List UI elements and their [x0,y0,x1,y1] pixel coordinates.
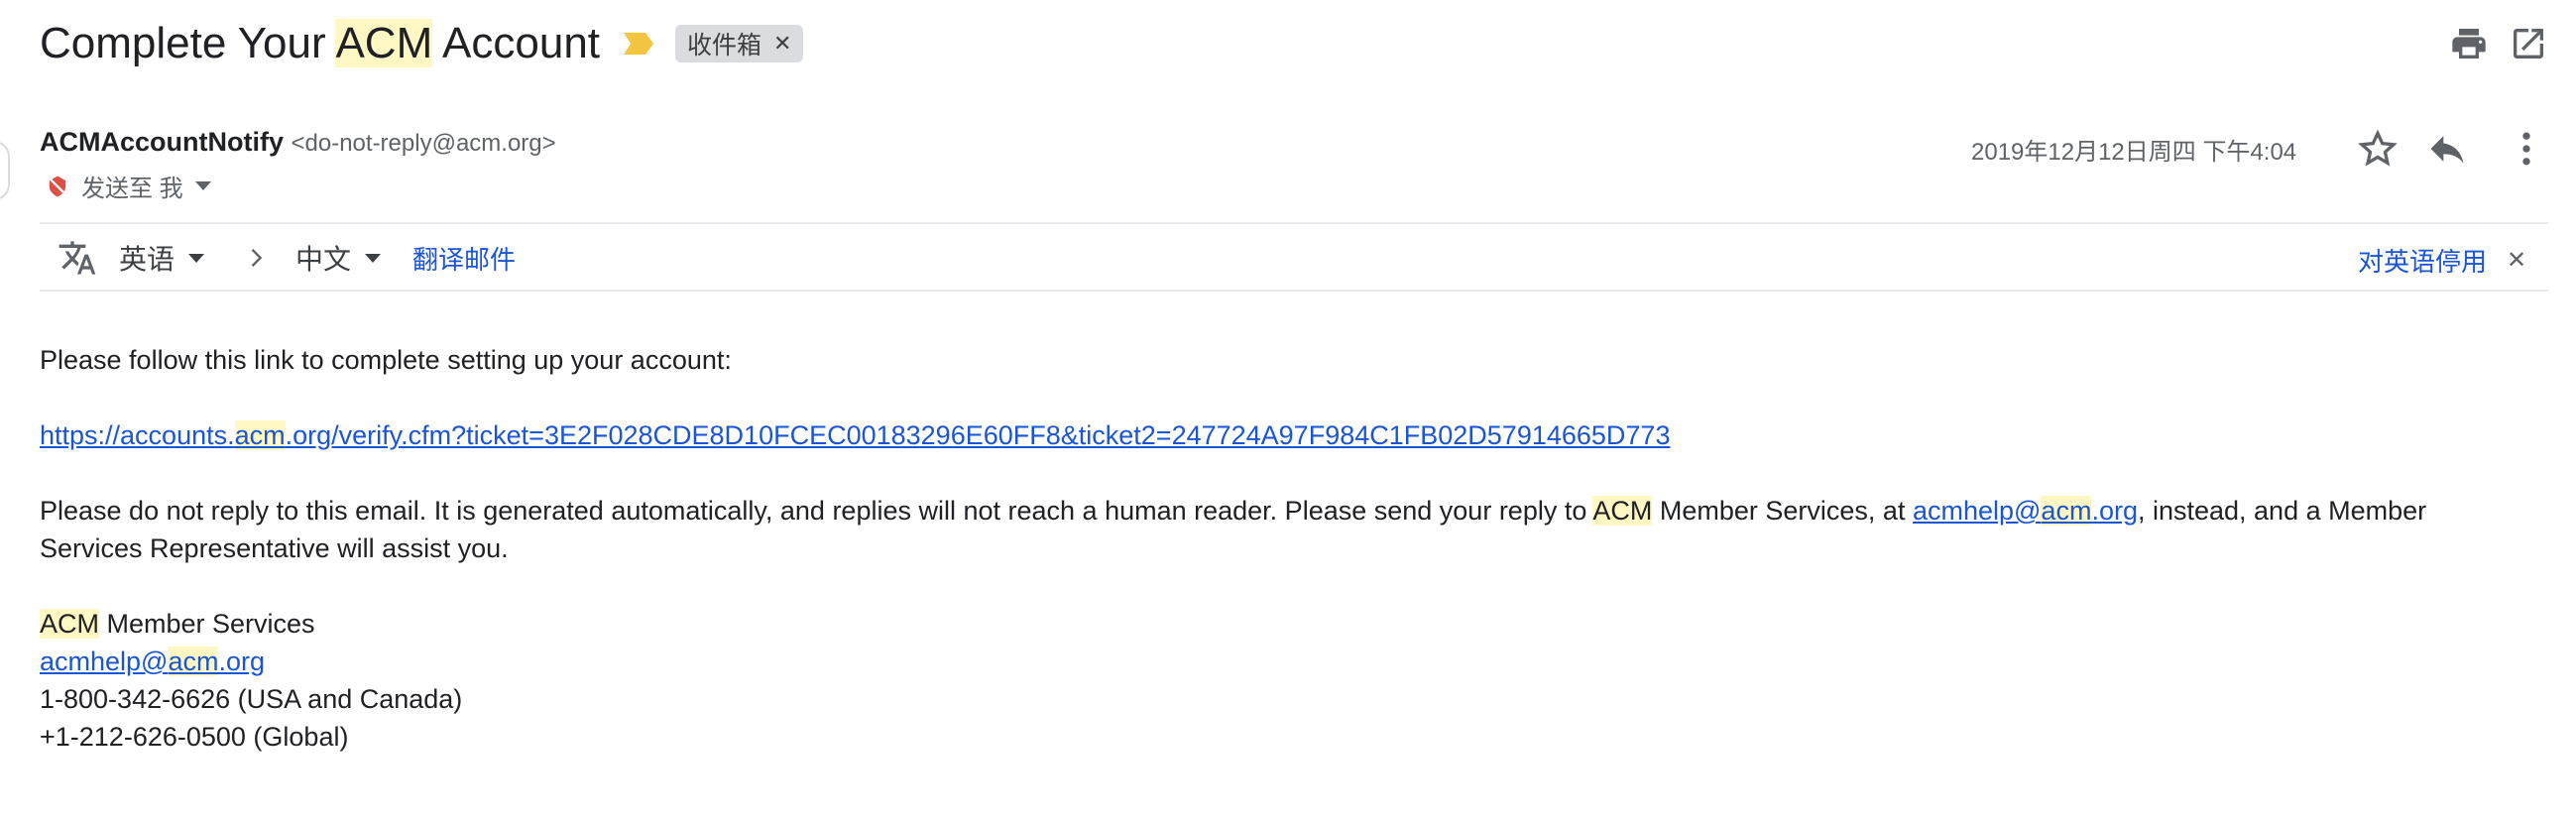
subject-highlight: ACM [335,19,433,67]
star-icon[interactable] [2356,127,2400,171]
chevron-down-icon [188,253,205,263]
inbox-label-text: 收件箱 [687,32,762,59]
chevron-right-icon [251,249,263,267]
recipient-text: 发送至 我 [81,176,183,202]
subject-row: Complete Your ACM Account 收件箱 ✕ [40,12,804,75]
body-intro: Please follow this link to complete sett… [40,345,732,375]
sender-row: ACMAccountNotify <do-not-reply@acm.org> [40,127,556,158]
email-body: Please follow this link to complete sett… [40,341,2518,756]
remove-label-icon[interactable]: ✕ [773,31,791,57]
importance-marker-icon[interactable] [622,31,655,57]
subject-text-after: Account [432,19,601,67]
open-new-window-icon[interactable] [2509,24,2548,63]
sender-name[interactable]: ACMAccountNotify [40,127,284,157]
signature-email-line: acmhelp@acm.org [40,643,2518,680]
avatar-edge [0,141,10,200]
verify-link-line: https://accounts.acm.org/verify.cfm?tick… [40,416,2518,454]
target-language-dropdown[interactable]: 中文 [295,238,382,278]
reply-icon[interactable] [2425,127,2469,171]
more-vert-icon[interactable] [2505,127,2548,171]
email-date: 2019年12月12日周四 下午4:04 [1971,139,2297,166]
recipient-dropdown-icon[interactable] [194,181,211,190]
source-language-label: 英语 [119,244,176,275]
muted-self-icon [46,175,69,197]
recipient-row[interactable]: 发送至 我 [44,169,211,203]
translate-bar: 英语 中文 翻译邮件 对英语停用 ✕ [40,222,2548,292]
source-language-dropdown[interactable]: 英语 [119,238,205,278]
print-icon[interactable] [2449,24,2489,63]
target-language-label: 中文 [295,244,352,275]
signature-phone-global: +1-212-626-0500 (Global) [40,722,349,752]
chevron-down-icon [365,253,382,263]
email-subject: Complete Your ACM Account [40,14,600,73]
close-icon[interactable]: ✕ [2507,246,2526,275]
translate-message-link[interactable]: 翻译邮件 [412,240,516,277]
inbox-label-chip[interactable]: 收件箱 ✕ [675,25,804,62]
acmhelp-email-link[interactable]: acmhelp@acm.org [1913,496,2138,526]
disable-translation-link[interactable]: 对英语停用 [2358,242,2487,279]
subject-text-before: Complete Your [40,19,336,67]
translate-icon [59,241,96,275]
signature-org: ACM Member Services [40,609,315,639]
signature-email-link[interactable]: acmhelp@acm.org [40,647,265,676]
body-notice: Please do not reply to this email. It is… [40,496,2427,563]
sender-email: <do-not-reply@acm.org> [291,130,556,157]
verify-link[interactable]: https://accounts.acm.org/verify.cfm?tick… [40,420,1670,450]
signature-phone-us: 1-800-342-6626 (USA and Canada) [40,684,463,714]
